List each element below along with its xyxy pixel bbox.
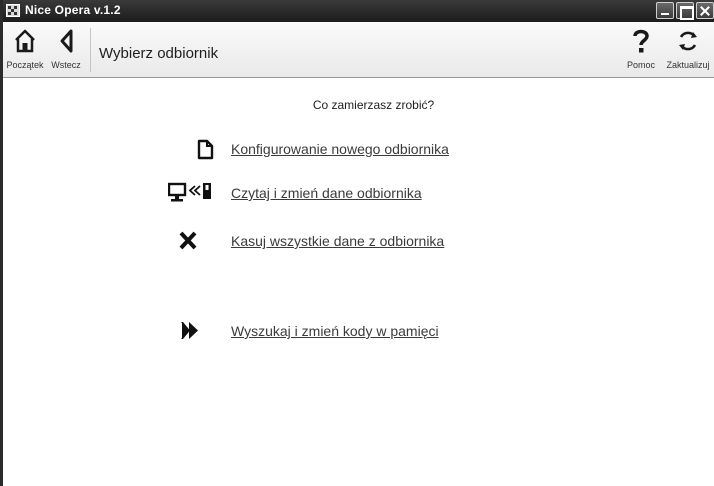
maximize-button[interactable] (676, 2, 694, 20)
delete-x-icon (179, 231, 197, 250)
back-label: Wstecz (51, 60, 81, 70)
title-bar[interactable]: Nice Opera v.1.2 (3, 0, 714, 22)
app-logo-icon (6, 4, 20, 17)
search-change-codes-option[interactable]: Wyszukaj i zmień kody w pamięci (168, 319, 568, 345)
search-change-codes-link[interactable]: Wyszukaj i zmień kody w pamięci (231, 323, 439, 339)
window-title: Nice Opera v.1.2 (25, 3, 121, 17)
double-arrow-icon (181, 322, 198, 339)
home-icon (15, 29, 35, 53)
help-label: Pomoc (626, 60, 655, 70)
start-label: Początek (6, 60, 44, 70)
close-button[interactable] (696, 2, 714, 19)
question-heading: Co zamierzasz zrobić? (312, 98, 435, 112)
main-panel: Co zamierzasz zrobić? Konfigurowanie now… (3, 79, 714, 486)
computer-receiver-transfer-icon (168, 182, 211, 202)
help-button[interactable]: Pomoc (623, 26, 659, 74)
refresh-icon (679, 31, 697, 51)
update-label: Zaktualizuj (666, 60, 710, 70)
update-button[interactable]: Zaktualizuj (661, 26, 714, 74)
read-change-receiver-option[interactable]: Czytaj i zmień dane odbiornika (168, 181, 568, 207)
app-window: Nice Opera v.1.2 Początek Wstecz Wybierz… (0, 0, 714, 486)
delete-all-data-link[interactable]: Kasuj wszystkie dane z odbiornika (231, 233, 444, 249)
configure-new-receiver-link[interactable]: Konfigurowanie nowego odbiornika (231, 141, 449, 157)
new-document-icon (197, 139, 214, 160)
back-arrow-icon (60, 29, 73, 53)
minimize-button[interactable] (656, 2, 674, 19)
delete-all-data-option[interactable]: Kasuj wszystkie dane z odbiornika (168, 229, 568, 255)
page-title: Wybierz odbiornik (99, 45, 219, 62)
toolbar-divider (90, 28, 91, 72)
configure-new-receiver-option[interactable]: Konfigurowanie nowego odbiornika (168, 137, 568, 163)
help-question-icon (633, 29, 649, 53)
read-change-receiver-link[interactable]: Czytaj i zmień dane odbiornika (231, 185, 422, 201)
toolbar: Początek Wstecz Wybierz odbiornik Pomoc (3, 22, 714, 78)
back-button[interactable]: Wstecz (48, 26, 84, 74)
start-button[interactable]: Początek (4, 26, 46, 74)
